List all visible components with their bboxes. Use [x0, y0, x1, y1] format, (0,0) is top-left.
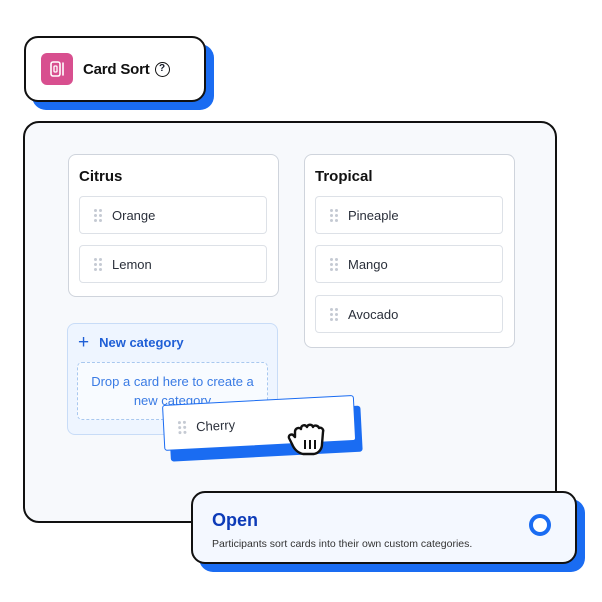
card-sort-icon	[41, 53, 73, 85]
new-category-label: New category	[99, 335, 184, 350]
sort-card[interactable]: Lemon	[79, 245, 267, 283]
header-card: Card Sort ?	[24, 36, 206, 102]
sort-card[interactable]: Orange	[79, 196, 267, 234]
card-label: Orange	[112, 207, 156, 223]
category-citrus: Citrus Orange Lemon	[68, 154, 279, 297]
drag-handle-icon[interactable]	[330, 208, 338, 222]
drag-handle-icon[interactable]	[94, 257, 102, 271]
option-description: Participants sort cards into their own c…	[212, 538, 473, 550]
grabbing-hand-icon	[287, 423, 325, 456]
card-label: Pineaple	[348, 207, 399, 223]
category-title: Tropical	[315, 168, 373, 185]
drag-handle-icon[interactable]	[330, 307, 338, 321]
sort-card[interactable]: Mango	[315, 245, 503, 283]
new-category-button[interactable]: + New category	[78, 333, 184, 352]
drag-handle-icon[interactable]	[330, 257, 338, 271]
category-title: Citrus	[79, 168, 123, 185]
drag-handle-icon[interactable]	[94, 208, 102, 222]
app-title: Card Sort	[83, 60, 150, 78]
plus-icon: +	[78, 332, 90, 353]
option-title: Open	[212, 510, 259, 530]
card-label: Lemon	[112, 256, 152, 272]
card-label: Cherry	[195, 416, 236, 434]
question-circle-icon[interactable]: ?	[154, 61, 170, 77]
sort-card[interactable]: Pineaple	[315, 196, 503, 234]
drag-handle-icon[interactable]	[177, 420, 187, 434]
card-sort-board: Citrus Orange Lemon Tropical Pineaple Ma…	[23, 121, 557, 523]
open-sort-option[interactable]: Open Participants sort cards into their …	[191, 491, 577, 564]
card-label: Mango	[348, 256, 388, 272]
radio-button[interactable]	[529, 514, 551, 536]
card-label: Avocado	[348, 306, 399, 322]
category-tropical: Tropical Pineaple Mango Avocado	[304, 154, 515, 348]
sort-card[interactable]: Avocado	[315, 295, 503, 333]
